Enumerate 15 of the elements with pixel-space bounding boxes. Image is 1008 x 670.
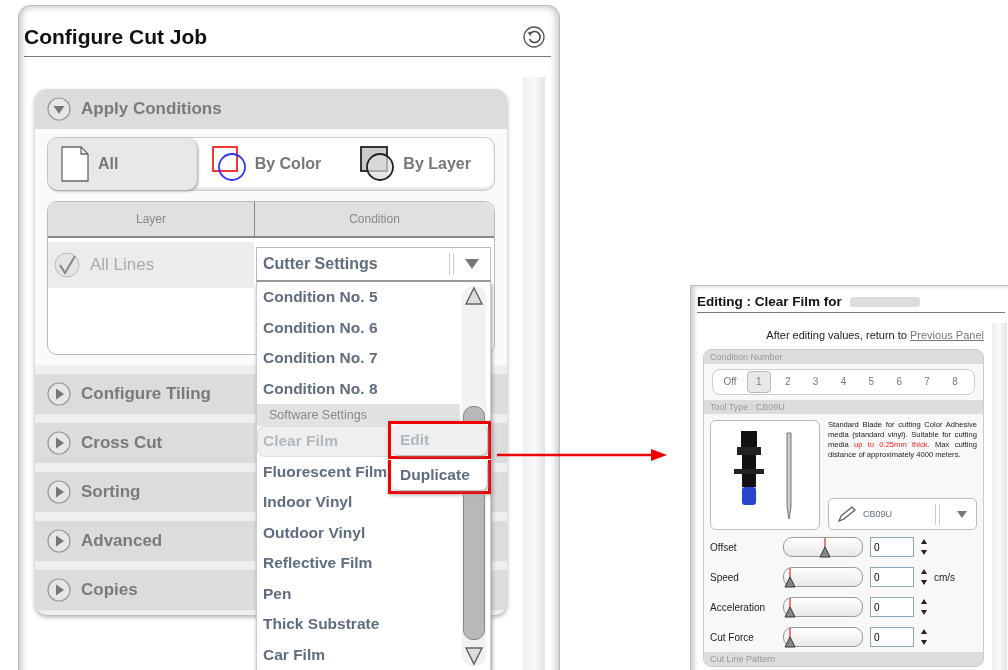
panel-title: Configure Cut Job	[24, 25, 208, 49]
group-header: Software Settings	[257, 404, 460, 426]
unit-label: cm/s	[934, 571, 956, 583]
section-heading: Condition Number	[704, 350, 983, 364]
section-heading: Cut Line Pattern	[704, 652, 983, 666]
column-header: Layer	[48, 202, 255, 236]
setting-label: Speed	[710, 571, 740, 583]
setting-label: Offset	[710, 541, 738, 553]
column-header: Condition	[348, 211, 401, 228]
layer-name: All Lines	[90, 255, 155, 275]
setting-label: Cut Force	[710, 631, 755, 643]
return-note: After editing values, return to Previous Panel	[765, 329, 984, 341]
setting-label: Acceleration	[710, 601, 767, 613]
section-heading: Tool Type : CB09U	[704, 400, 983, 414]
panel-title: Editing : Clear Film for	[697, 294, 842, 309]
